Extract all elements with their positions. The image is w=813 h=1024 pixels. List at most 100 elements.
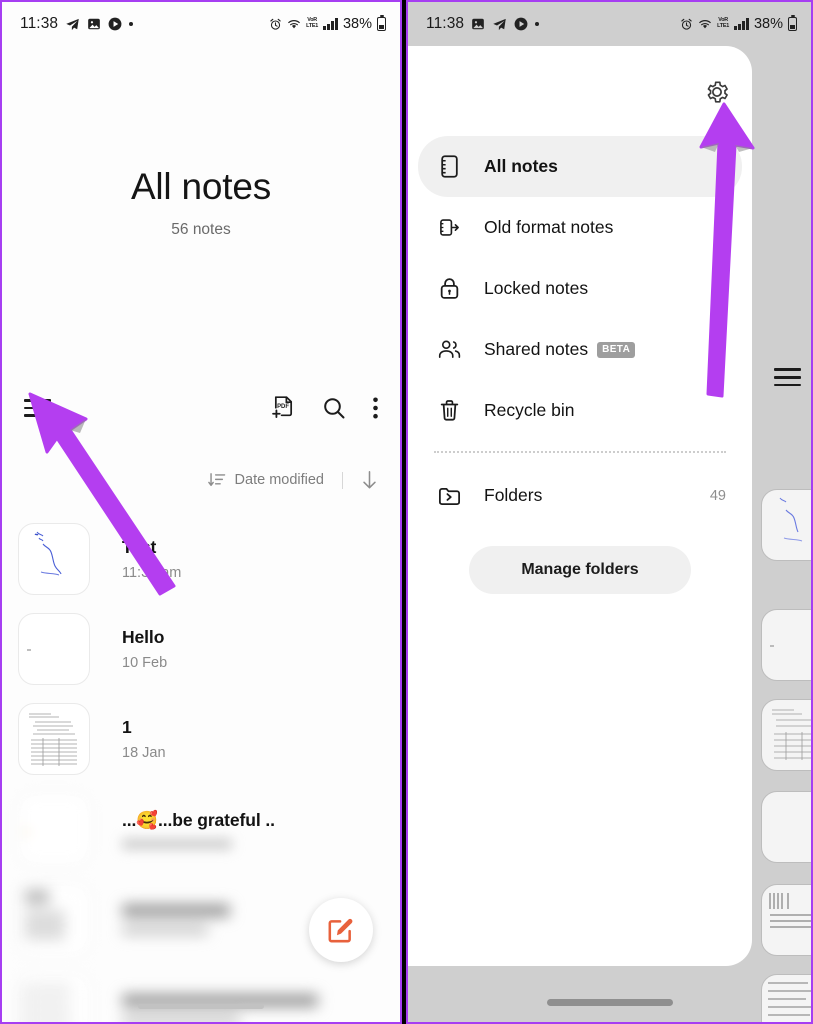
note-text — [122, 903, 230, 935]
sort-divider — [342, 471, 343, 489]
left-status-bar: 11:38 VoR LTE1 38% — [2, 2, 400, 46]
manage-folders-button[interactable]: Manage folders — [469, 546, 691, 594]
list-item[interactable]: 1 18 Jan — [2, 694, 400, 784]
svg-text:PDF: PDF — [277, 403, 289, 409]
note-thumbnail — [18, 703, 90, 775]
note-title: 1 — [122, 717, 132, 737]
navigation-drawer: All notes Old format notes 4 Locked note… — [408, 46, 752, 966]
play-icon — [108, 17, 122, 31]
manage-folders-row: Manage folders — [408, 546, 752, 594]
note-date-blurred — [122, 838, 232, 849]
battery-icon — [377, 15, 386, 31]
right-screen-body: All notes Old format notes 4 Locked note… — [408, 46, 811, 1022]
sort-label[interactable]: Date modified — [235, 472, 324, 488]
notes-toolbar: PDF — [2, 382, 400, 434]
status-time: 11:38 — [20, 15, 59, 32]
hamburger-menu-icon[interactable] — [774, 368, 801, 387]
note-thumbnail — [761, 609, 811, 681]
alarm-icon — [269, 18, 282, 31]
more-options-icon[interactable] — [373, 397, 378, 419]
note-text: 1 18 Jan — [122, 717, 166, 761]
sort-direction-icon[interactable] — [361, 470, 378, 490]
search-icon[interactable] — [322, 396, 346, 420]
gallery-icon — [471, 17, 485, 31]
signal-icon — [323, 18, 338, 30]
status-right-group: VoR LTE1 38% — [269, 15, 386, 32]
dot-icon — [535, 22, 540, 26]
gallery-icon — [87, 17, 101, 31]
volte-icon: VoR LTE1 — [717, 18, 729, 29]
drawer-item-label: Old format notes — [484, 217, 614, 237]
status-time: 11:38 — [426, 15, 465, 32]
settings-button[interactable] — [704, 79, 730, 110]
drawer-divider — [434, 451, 726, 453]
note-date-blurred — [122, 924, 208, 935]
dot-icon — [129, 22, 134, 26]
status-badge: BETA — [597, 341, 636, 358]
pdf-add-icon[interactable]: PDF — [272, 395, 295, 421]
note-thumbnail — [18, 523, 90, 595]
drawer-item-count: 49 — [709, 487, 726, 504]
drawer-item-recycle-bin[interactable]: Recycle bin — [418, 380, 742, 441]
telegram-icon — [65, 17, 80, 32]
drawer-item-label: Folders — [484, 485, 543, 505]
list-item[interactable]: ...🥰...be grateful .. — [2, 784, 400, 874]
drawer-item-folders[interactable]: Folders 49 — [418, 465, 742, 526]
note-title: Test — [122, 537, 157, 557]
note-title: Hello — [122, 627, 165, 647]
drawer-items: All notes Old format notes 4 Locked note… — [408, 136, 752, 594]
new-note-fab[interactable] — [309, 898, 373, 962]
list-item[interactable]: Hello 10 Feb — [2, 604, 400, 694]
drawer-item-all-notes[interactable]: All notes — [418, 136, 742, 197]
telegram-icon — [492, 17, 507, 32]
left-screen-body: All notes 56 notes PDF Date modified Tes… — [2, 46, 400, 1022]
left-phone-screen: 11:38 VoR LTE1 38% All notes 56 notes PD… — [0, 0, 402, 1024]
drawer-item-count: 1 — [717, 280, 726, 297]
note-count-label: 56 notes — [171, 221, 231, 238]
note-text: ...🥰...be grateful .. — [122, 810, 275, 849]
sort-icon[interactable] — [207, 472, 226, 488]
lock-icon — [434, 277, 464, 300]
note-date: 11:38 am — [122, 565, 182, 581]
volte-bottom: LTE1 — [717, 23, 730, 29]
status-left-group: 11:38 — [20, 15, 134, 33]
battery-percent: 38% — [342, 16, 372, 32]
people-icon — [434, 338, 464, 361]
drawer-item-shared-notes[interactable]: Shared notes BETA — [418, 319, 742, 380]
toolbar-actions: PDF — [272, 395, 378, 421]
drawer-item-old-format-notes[interactable]: Old format notes 4 — [418, 197, 742, 258]
drawer-item-count: 4 — [717, 219, 726, 236]
compose-icon — [328, 918, 353, 943]
right-status-bar: 11:38 VoR LTE1 38% — [408, 2, 811, 46]
list-item[interactable] — [2, 964, 400, 1022]
note-thumbnail — [761, 699, 811, 771]
drawer-item-locked-notes[interactable]: Locked notes 1 — [418, 258, 742, 319]
note-date-blurred — [122, 1014, 240, 1022]
volte-bottom: LTE1 — [306, 23, 319, 29]
gear-icon — [707, 81, 728, 103]
note-thumbnail — [18, 793, 90, 865]
note-text: Test 11:38 am — [122, 537, 181, 581]
note-thumbnail — [761, 489, 811, 561]
drawer-item-label: Recycle bin — [484, 400, 575, 420]
battery-icon — [788, 15, 797, 31]
hamburger-menu-icon[interactable] — [24, 399, 51, 417]
sort-row: Date modified — [2, 464, 400, 496]
drawer-item-label: Shared notes — [484, 339, 589, 359]
folder-arrow-icon — [434, 485, 464, 507]
volte-icon: VoR LTE1 — [306, 18, 318, 29]
drawer-item-label: Locked notes — [484, 278, 589, 298]
screenshot-stage: 11:38 VoR LTE1 38% All notes 56 notes PD… — [0, 0, 813, 1024]
signal-icon — [734, 18, 749, 30]
list-item[interactable]: Test 11:38 am — [2, 514, 400, 604]
status-right-group: VoR LTE1 38% — [680, 15, 797, 32]
battery-percent: 38% — [753, 16, 783, 32]
right-phone-screen: 11:38 VoR LTE1 38% All notes Old format … — [406, 0, 813, 1024]
wifi-icon — [698, 18, 712, 30]
note-title: ...🥰...be grateful .. — [122, 809, 275, 830]
note-title-blurred — [122, 903, 230, 917]
note-thumbnail — [18, 883, 90, 955]
trash-icon — [434, 399, 464, 422]
old-note-icon — [434, 216, 464, 239]
home-indicator — [546, 999, 673, 1006]
